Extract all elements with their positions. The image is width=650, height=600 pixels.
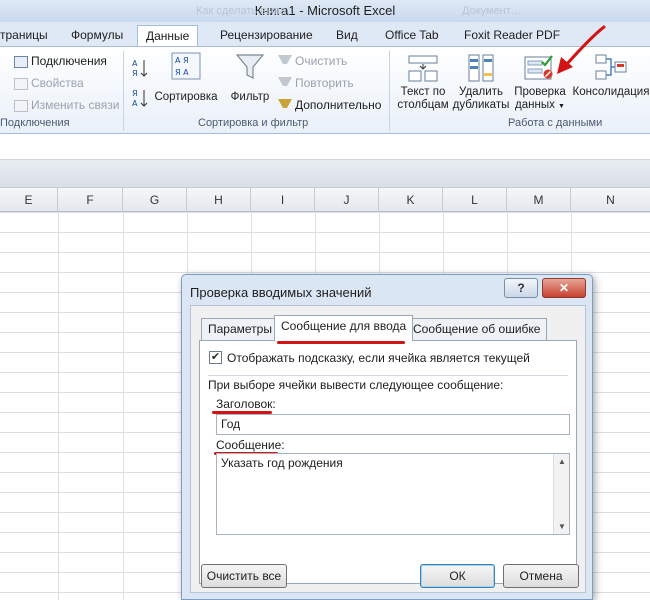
message-label: Сообщение: <box>216 438 285 452</box>
message-field[interactable]: Указать год рождения ▲ ▼ <box>216 453 570 535</box>
tab-review[interactable]: Рецензирование <box>212 25 321 46</box>
column-header-h[interactable]: H <box>187 188 251 212</box>
svg-text:А Я: А Я <box>175 56 189 65</box>
annotation-underline <box>277 341 405 344</box>
show-hint-label: Отображать подсказку, если ячейка являет… <box>227 351 530 365</box>
annotation-arrow-icon <box>557 25 606 74</box>
tab-data[interactable]: Данные <box>137 25 199 46</box>
text-to-columns-icon <box>408 55 438 82</box>
clear-filter-button[interactable]: Очистить <box>278 51 347 71</box>
cancel-button[interactable]: Отмена <box>503 564 579 588</box>
svg-text:А: А <box>132 99 138 108</box>
tab-input-message[interactable]: Сообщение для ввода <box>274 315 414 341</box>
edit-links-icon <box>14 99 28 112</box>
grid-line <box>58 212 59 600</box>
sort-za-icon: ЯА <box>132 89 148 108</box>
dialog-title: Проверка вводимых значений <box>190 285 372 300</box>
filter-funnel-icon <box>235 54 265 79</box>
scroll-down-icon[interactable]: ▼ <box>558 522 566 531</box>
clear-all-button[interactable]: Очистить все <box>201 564 287 588</box>
tab-page-layout[interactable]: траницы <box>0 25 56 46</box>
column-header-f[interactable]: F <box>58 188 123 212</box>
ok-button[interactable]: ОК <box>420 564 495 588</box>
column-header-j[interactable]: J <box>315 188 379 212</box>
tab-office-tab[interactable]: Office Tab <box>377 25 447 46</box>
tab-error-message[interactable]: Сообщение об ошибке <box>406 318 548 340</box>
sort-az-button[interactable]: АЯ <box>132 57 148 78</box>
svg-text:Я: Я <box>132 69 138 78</box>
sort-button[interactable]: А Я Я А Сортировка <box>152 51 220 104</box>
column-header-i[interactable]: I <box>251 188 315 212</box>
close-button[interactable]: ✕ <box>542 278 586 298</box>
column-header-g[interactable]: G <box>123 188 187 212</box>
sort-az-icon: АЯ <box>132 59 148 78</box>
on-select-label: При выборе ячейки вывести следующее сооб… <box>208 378 504 392</box>
filter-button[interactable]: Фильтр <box>228 51 272 104</box>
help-button[interactable]: ? <box>504 278 538 298</box>
group-divider <box>389 51 390 131</box>
grid-line <box>123 212 124 600</box>
group-label-connections: Подключения <box>0 117 70 129</box>
window-title-bar: Как сделать выпа… Книга1 - Microsoft Exc… <box>0 0 650 22</box>
formula-bar[interactable] <box>0 135 650 160</box>
data-validation-dialog: Проверка вводимых значений ? ✕ Параметры… <box>181 274 593 600</box>
column-header-e[interactable]: E <box>0 188 58 212</box>
group-label-data-tools: Работа с данными <box>508 117 603 129</box>
clear-filter-icon <box>278 55 292 68</box>
checkmark-icon: ✔ <box>210 351 221 363</box>
reapply-button[interactable]: Повторить <box>278 73 354 93</box>
tab-formulas[interactable]: Формулы <box>63 25 131 46</box>
reapply-icon <box>278 77 292 90</box>
connections-icon <box>14 55 28 68</box>
svg-text:А: А <box>132 59 138 68</box>
advanced-filter-icon <box>278 99 292 112</box>
message-scrollbar[interactable]: ▲ ▼ <box>553 454 569 534</box>
advanced-filter-button[interactable]: Дополнительно <box>278 95 381 115</box>
ghost-title-right: Документ… <box>462 5 522 17</box>
connections-button[interactable]: Подключения <box>14 51 107 71</box>
dialog-body: Параметры Сообщение для ввода Сообщение … <box>190 305 586 593</box>
message-text: Указать год рождения <box>221 456 343 470</box>
sheet-toolbar <box>0 160 650 188</box>
group-divider <box>123 51 124 131</box>
sort-za-button[interactable]: ЯА <box>132 87 148 108</box>
title-label: Заголовок: <box>216 397 276 411</box>
dropdown-arrow-icon: ▼ <box>558 103 565 110</box>
edit-links-button[interactable]: Изменить связи <box>14 95 119 115</box>
column-headers: E F G H I J K L M N <box>0 188 650 212</box>
tab-page-input-message: ✔ Отображать подсказку, если ячейка явля… <box>199 340 577 584</box>
scroll-up-icon[interactable]: ▲ <box>558 457 566 466</box>
svg-text:Я: Я <box>132 89 138 98</box>
group-label-sort-filter: Сортировка и фильтр <box>198 117 309 129</box>
show-hint-checkbox[interactable]: ✔ <box>209 351 222 364</box>
column-header-l[interactable]: L <box>443 188 507 212</box>
remove-duplicates-icon <box>468 54 494 82</box>
sort-icon: А Я Я А <box>171 52 201 80</box>
tab-view[interactable]: Вид <box>328 25 366 46</box>
divider <box>208 375 568 376</box>
column-header-n[interactable]: N <box>571 188 650 212</box>
text-to-columns-button[interactable]: Текст по столбцам <box>394 53 452 112</box>
svg-text:Я А: Я А <box>175 68 189 77</box>
properties-icon <box>14 77 28 90</box>
title-field[interactable]: Год <box>216 414 570 435</box>
ribbon: Подключения Свойства Изменить связи Подк… <box>0 25 650 134</box>
tab-parameters[interactable]: Параметры <box>201 318 279 340</box>
column-header-k[interactable]: K <box>379 188 443 212</box>
ghost-title-left: Как сделать выпа… <box>196 5 298 17</box>
column-header-m[interactable]: M <box>507 188 571 212</box>
properties-button[interactable]: Свойства <box>14 73 84 93</box>
close-icon: ✕ <box>558 281 570 295</box>
remove-duplicates-button[interactable]: Удалить дубликаты <box>452 53 510 112</box>
